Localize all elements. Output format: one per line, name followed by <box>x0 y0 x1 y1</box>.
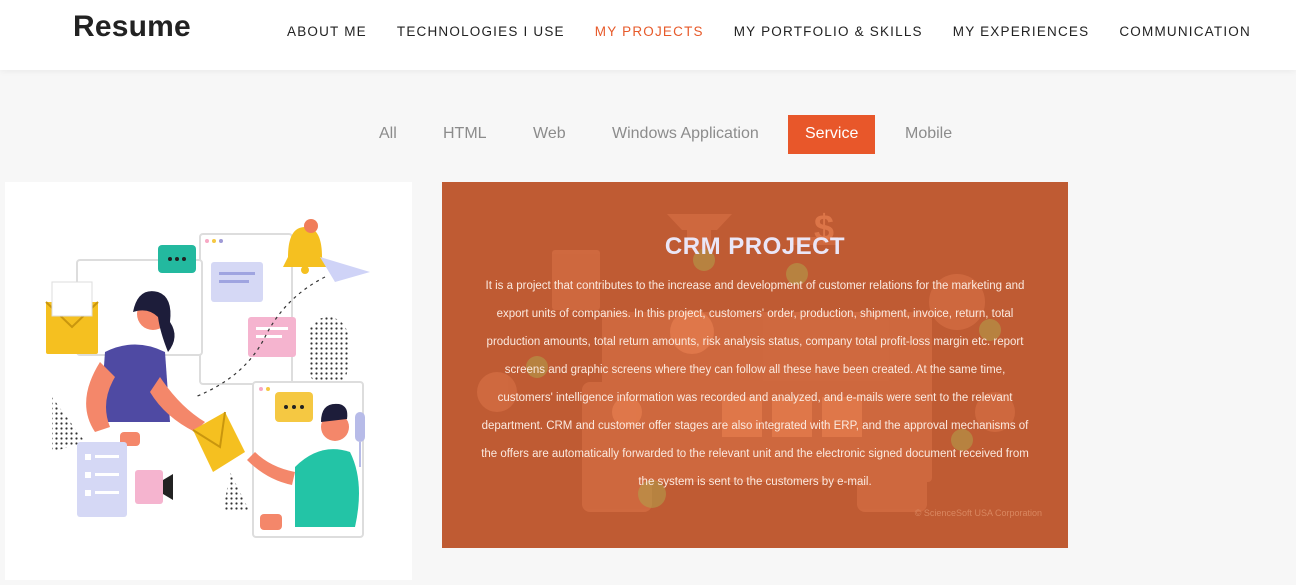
top-header: Resume ABOUT ME TECHNOLOGIES I USE MY PR… <box>0 0 1296 70</box>
filter-html[interactable]: HTML <box>443 115 487 154</box>
filter-windows-application[interactable]: Windows Application <box>612 115 759 154</box>
site-logo[interactable]: Resume <box>73 10 191 44</box>
nav-technologies[interactable]: TECHNOLOGIES I USE <box>397 24 565 40</box>
project-card-communication[interactable] <box>5 182 412 580</box>
crm-project-description: It is a project that contributes to the … <box>481 280 1029 488</box>
nav-experiences[interactable]: MY EXPERIENCES <box>953 24 1090 40</box>
main-nav: ABOUT ME TECHNOLOGIES I USE MY PROJECTS … <box>287 24 1281 40</box>
project-filter-bar: All HTML Web Windows Application Service… <box>0 115 1296 155</box>
nav-my-projects[interactable]: MY PROJECTS <box>595 24 704 40</box>
filter-all[interactable]: All <box>379 115 397 154</box>
image-credit: © ScienceSoft USA Corporation <box>914 508 1042 518</box>
project-card-crm[interactable]: $ CRM PROJECT It is a project that contr… <box>442 182 1068 548</box>
nav-communication[interactable]: COMMUNICATION <box>1119 24 1251 40</box>
nav-about-me[interactable]: ABOUT ME <box>287 24 367 40</box>
filter-mobile[interactable]: Mobile <box>905 115 952 154</box>
filter-service[interactable]: Service <box>788 115 876 154</box>
communication-illustration <box>45 219 370 538</box>
filter-web[interactable]: Web <box>533 115 566 154</box>
nav-portfolio-skills[interactable]: MY PORTFOLIO & SKILLS <box>734 24 923 40</box>
crm-project-title: CRM PROJECT <box>664 233 846 260</box>
